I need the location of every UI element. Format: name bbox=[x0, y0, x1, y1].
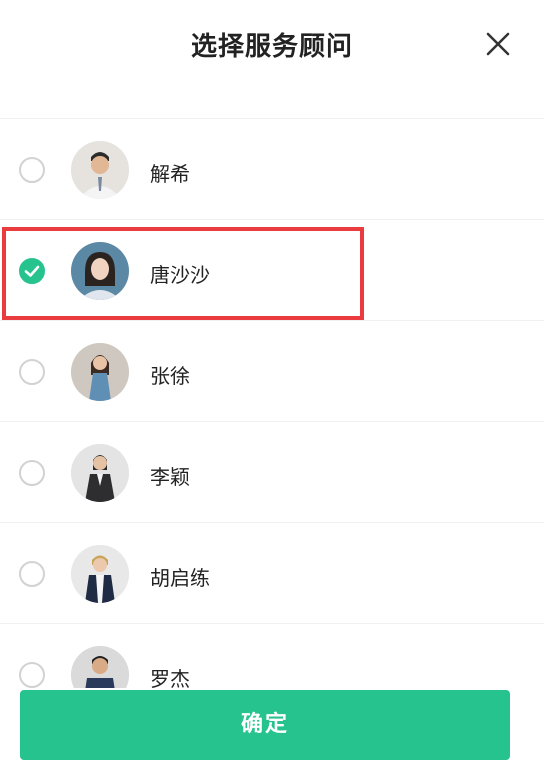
radio-button[interactable] bbox=[19, 561, 45, 587]
close-icon bbox=[486, 32, 510, 56]
close-button[interactable] bbox=[480, 26, 516, 62]
selection-highlight bbox=[2, 227, 364, 320]
advisor-row[interactable]: 张徐 bbox=[0, 320, 544, 421]
avatar bbox=[71, 141, 129, 199]
avatar bbox=[71, 545, 129, 603]
dialog-footer: 确定 bbox=[0, 688, 544, 760]
advisor-name: 胡启练 bbox=[150, 566, 210, 590]
advisor-name: 解希 bbox=[150, 162, 190, 186]
radio-button[interactable] bbox=[19, 157, 45, 183]
avatar bbox=[71, 343, 129, 401]
dialog-title: 选择服务顾问 bbox=[190, 32, 353, 62]
radio-button[interactable] bbox=[19, 460, 45, 486]
avatar bbox=[71, 444, 129, 502]
radio-button[interactable] bbox=[19, 662, 45, 688]
confirm-button[interactable]: 确定 bbox=[20, 690, 510, 760]
advisor-row[interactable]: 李颖 bbox=[0, 421, 544, 522]
advisor-name: 张徐 bbox=[150, 364, 190, 388]
dialog-header: 选择服务顾问 bbox=[0, 0, 544, 80]
advisor-list: 解希 唐沙沙 张徐 李颖 胡启练 罗杰 bbox=[0, 80, 544, 700]
advisor-row[interactable]: 解希 bbox=[0, 118, 544, 219]
advisor-row[interactable]: 胡启练 bbox=[0, 522, 544, 623]
advisor-name: 李颖 bbox=[150, 465, 190, 489]
advisor-row[interactable] bbox=[0, 80, 544, 119]
radio-button[interactable] bbox=[19, 359, 45, 385]
